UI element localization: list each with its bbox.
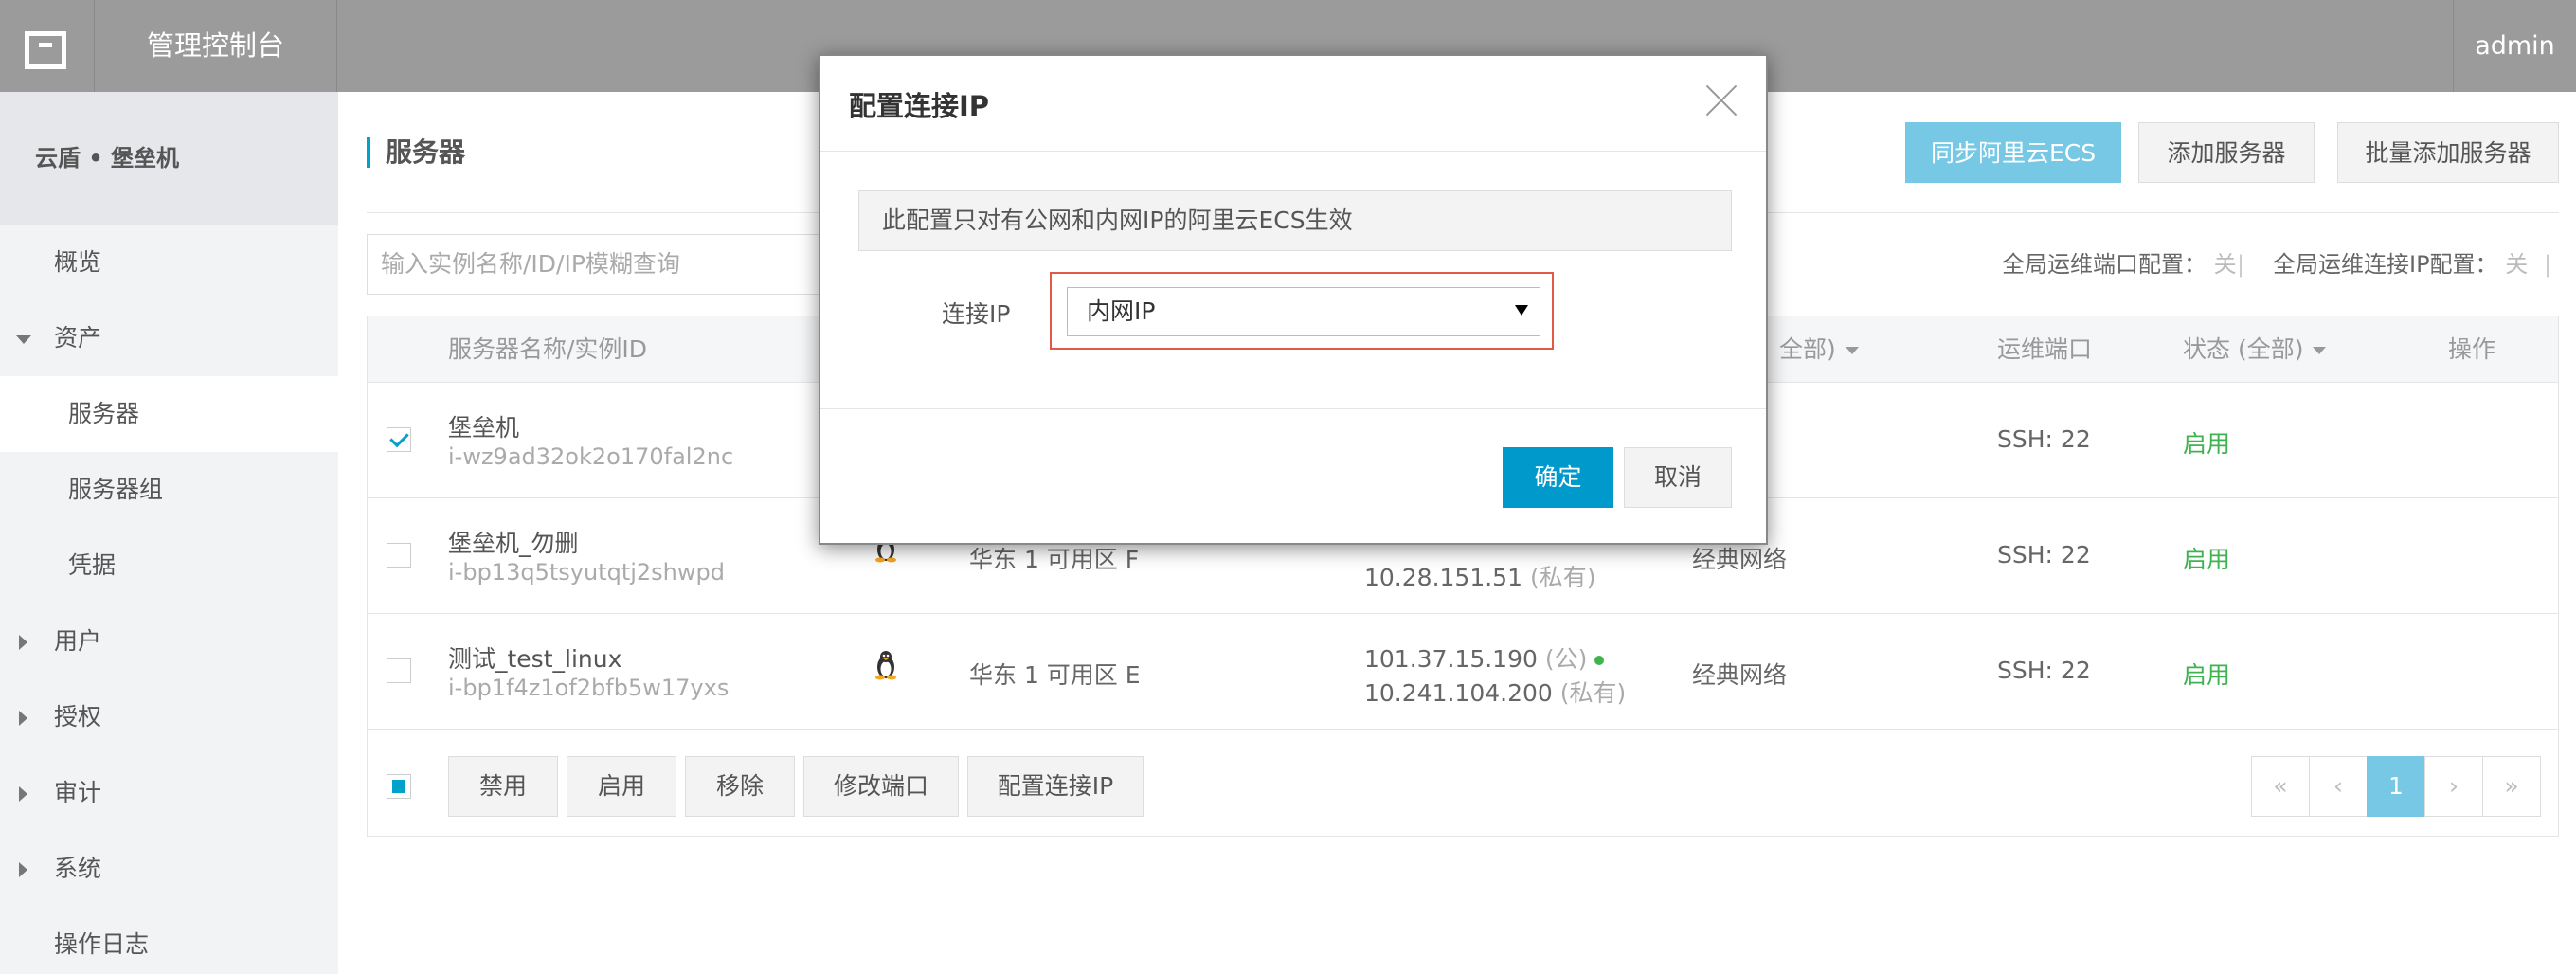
config-ip-dialog: 配置连接IP 此配置只对有公网和内网IP的阿里云ECS生效 连接IP 内网IP … — [819, 54, 1768, 545]
divider — [820, 151, 1766, 152]
modal-overlay: 配置连接IP 此配置只对有公网和内网IP的阿里云ECS生效 连接IP 内网IP … — [0, 0, 2576, 974]
confirm-button[interactable]: 确定 — [1503, 447, 1613, 508]
dialog-title: 配置连接IP — [849, 90, 990, 122]
dropdown-arrow-icon — [1515, 305, 1528, 316]
select-value: 内网IP — [1087, 298, 1156, 325]
divider — [820, 408, 1766, 409]
close-icon[interactable] — [1705, 84, 1738, 117]
connection-ip-select[interactable]: 内网IP — [1067, 287, 1540, 336]
cancel-button[interactable]: 取消 — [1624, 447, 1732, 508]
connection-ip-field: 内网IP — [1050, 272, 1554, 350]
dialog-notice: 此配置只对有公网和内网IP的阿里云ECS生效 — [858, 190, 1732, 251]
connection-ip-label: 连接IP — [942, 300, 1011, 328]
